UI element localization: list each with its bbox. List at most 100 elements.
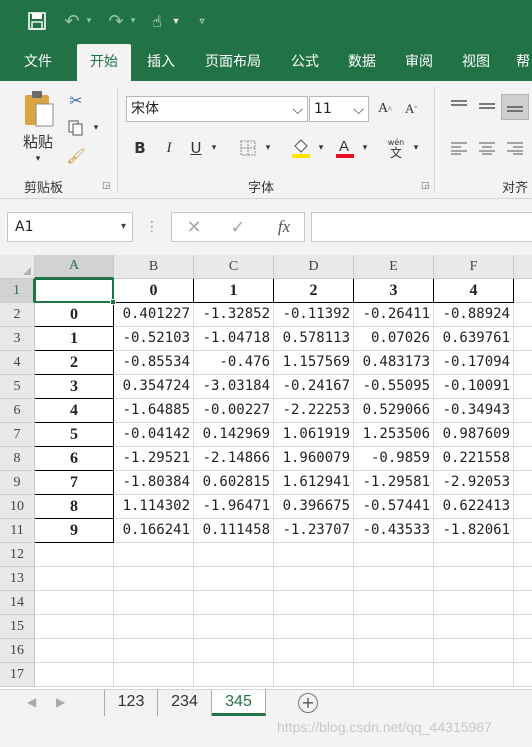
cell[interactable] [354, 567, 434, 591]
name-box[interactable]: A1 ▾ [7, 212, 133, 242]
cell[interactable]: 2 [35, 351, 114, 375]
cell[interactable] [434, 567, 514, 591]
cell[interactable]: 0.483173 [354, 351, 434, 375]
row-header[interactable]: 1 [0, 279, 35, 303]
align-center-icon[interactable] [475, 137, 499, 159]
cell[interactable]: -2.22253 [274, 399, 354, 423]
cell[interactable] [194, 663, 274, 687]
fill-color-dropdown-icon[interactable]: ▾ [315, 141, 327, 155]
column-header[interactable] [514, 255, 532, 279]
cell[interactable] [274, 615, 354, 639]
undo-icon[interactable]: ↶ [60, 0, 84, 42]
cell[interactable]: 0.354724 [114, 375, 194, 399]
cell[interactable] [194, 543, 274, 567]
column-header[interactable]: A [35, 255, 114, 279]
cell[interactable]: 9 [35, 519, 114, 543]
cell[interactable] [194, 567, 274, 591]
cell[interactable]: 0 [114, 279, 194, 303]
row-header[interactable]: 8 [0, 447, 35, 471]
cell[interactable]: 0.987609 [434, 423, 514, 447]
cell[interactable] [514, 543, 532, 567]
cell[interactable]: -0.52103 [114, 327, 194, 351]
row-header[interactable]: 6 [0, 399, 35, 423]
row-header[interactable]: 15 [0, 615, 35, 639]
cell[interactable]: -0.88924 [434, 303, 514, 327]
borders-dropdown-icon[interactable]: ▾ [262, 141, 274, 155]
cell[interactable]: -1.29521 [114, 447, 194, 471]
cell[interactable] [114, 663, 194, 687]
cell[interactable]: -0.85534 [114, 351, 194, 375]
cell[interactable] [514, 471, 532, 495]
clipboard-launcher-icon[interactable]: ◲ [102, 181, 111, 191]
middle-align-icon[interactable] [475, 95, 499, 117]
column-header[interactable]: E [354, 255, 434, 279]
sheet-tab-123[interactable]: 123 [104, 690, 158, 716]
row-header[interactable]: 17 [0, 663, 35, 687]
cell[interactable]: 4 [434, 279, 514, 303]
font-launcher-icon[interactable]: ◲ [421, 181, 430, 191]
cell[interactable]: 3 [35, 375, 114, 399]
cell[interactable] [35, 639, 114, 663]
cell[interactable] [514, 279, 532, 303]
cancel-icon[interactable]: ✕ [180, 213, 208, 241]
underline-icon[interactable]: U [185, 137, 207, 159]
cell[interactable]: -1.29581 [354, 471, 434, 495]
cell[interactable]: 0.142969 [194, 423, 274, 447]
cell[interactable] [434, 591, 514, 615]
cell[interactable] [274, 543, 354, 567]
touch-mode-dropdown-icon[interactable]: ▾ [170, 0, 182, 42]
cell[interactable]: -0.34943 [434, 399, 514, 423]
bottom-align-icon[interactable] [501, 94, 529, 120]
cell[interactable] [514, 399, 532, 423]
tab-home[interactable]: 开始 [77, 44, 131, 81]
cut-icon[interactable]: ✂ [64, 89, 88, 111]
cell[interactable]: 0.578113 [274, 327, 354, 351]
worksheet-grid[interactable]: A B C D E F 1 0 1 2 3 4 2 0 0.401227 -1.32852 -0.11392 -0… [0, 255, 532, 689]
cell[interactable] [35, 567, 114, 591]
cell[interactable] [434, 639, 514, 663]
cell[interactable]: 7 [35, 471, 114, 495]
fill-color-icon[interactable] [289, 135, 313, 161]
cell[interactable]: 0 [35, 303, 114, 327]
insert-function-icon[interactable]: fx [270, 213, 298, 241]
cell[interactable] [514, 447, 532, 471]
redo-icon[interactable]: ↷ [104, 0, 128, 42]
tab-view[interactable]: 视图 [451, 44, 501, 81]
cell[interactable]: -1.82061 [434, 519, 514, 543]
cell[interactable] [274, 591, 354, 615]
cell[interactable]: 1 [194, 279, 274, 303]
top-align-icon[interactable] [447, 95, 471, 117]
cell[interactable]: 0.622413 [434, 495, 514, 519]
cell[interactable] [514, 375, 532, 399]
cell[interactable]: 5 [35, 423, 114, 447]
align-right-icon[interactable] [503, 137, 527, 159]
cell[interactable]: 0.166241 [114, 519, 194, 543]
cell[interactable] [274, 639, 354, 663]
cell[interactable]: -1.23707 [274, 519, 354, 543]
cell[interactable]: -0.55095 [354, 375, 434, 399]
cell[interactable] [114, 591, 194, 615]
row-header[interactable]: 4 [0, 351, 35, 375]
tab-formulas[interactable]: 公式 [280, 44, 330, 81]
cell[interactable] [514, 495, 532, 519]
cell[interactable] [514, 327, 532, 351]
cell[interactable]: -0.10091 [434, 375, 514, 399]
cell[interactable] [35, 615, 114, 639]
cell[interactable]: -1.96471 [194, 495, 274, 519]
cell[interactable]: 1.253506 [354, 423, 434, 447]
row-header[interactable]: 12 [0, 543, 35, 567]
cell[interactable]: -0.17094 [434, 351, 514, 375]
cell[interactable] [114, 615, 194, 639]
tab-insert[interactable]: 插入 [136, 44, 186, 81]
italic-icon[interactable]: I [158, 137, 180, 159]
row-header[interactable]: 7 [0, 423, 35, 447]
cell[interactable] [354, 591, 434, 615]
underline-dropdown-icon[interactable]: ▾ [208, 141, 220, 155]
cell[interactable] [194, 591, 274, 615]
cell[interactable]: 1.960079 [274, 447, 354, 471]
cell[interactable] [114, 639, 194, 663]
cell[interactable] [514, 615, 532, 639]
phonetic-dropdown-icon[interactable]: ▾ [410, 141, 422, 155]
cell[interactable]: 2 [274, 279, 354, 303]
cell[interactable]: 0.396675 [274, 495, 354, 519]
